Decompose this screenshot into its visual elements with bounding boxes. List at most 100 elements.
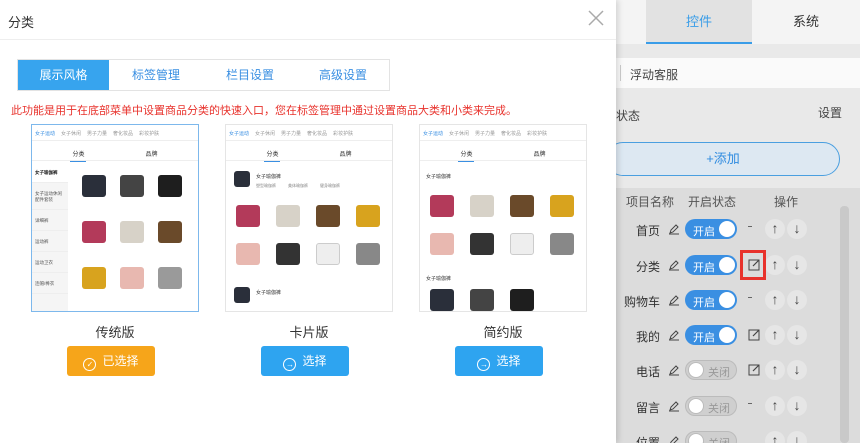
product-thumb <box>430 233 454 255</box>
pencil-icon[interactable] <box>668 259 680 271</box>
preview-traditional[interactable]: 女子运动 女子休闲 男子力量 奢化妆品 彩妆护肤 分类 品牌 女子瑜伽裤 女子运动休闲配… <box>31 124 199 312</box>
select-simple-button[interactable]: → 选择 <box>455 346 543 376</box>
move-down-button[interactable]: ↓ <box>787 431 807 443</box>
product-thumb <box>158 221 182 243</box>
preview-chip: 塑型瑜伽裤 <box>256 183 276 188</box>
tab-system[interactable]: 系统 <box>776 0 836 44</box>
product-thumb <box>316 205 340 227</box>
float-service-label: 浮动客服 <box>630 68 679 82</box>
preview-chip: 健身瑜伽裤 <box>320 183 340 188</box>
toggle-knob <box>719 221 735 237</box>
preview-top-tab: 女子休闲 <box>61 131 82 137</box>
preview-chip: 美体瑜伽裤 <box>288 183 308 188</box>
tab-controls[interactable]: 控件 <box>646 0 752 44</box>
toggle-label: 开启 <box>693 332 715 344</box>
move-down-button[interactable]: ↓ <box>787 290 807 310</box>
add-button[interactable]: +添加 <box>616 142 840 176</box>
selected-button[interactable]: ✓ 已选择 <box>67 346 155 376</box>
row-name: 位置 <box>635 436 660 443</box>
select-card-button[interactable]: → 选择 <box>261 346 349 376</box>
status-row: 状态 设置 <box>616 100 860 126</box>
category-style-dialog: 分类 展示风格 标签管理 栏目设置 高级设置 此功能是用于在底部菜单中设置商品分… <box>0 0 616 443</box>
row-name: 首页 <box>635 224 660 238</box>
pencil-icon[interactable] <box>668 329 680 341</box>
move-down-button[interactable]: ↓ <box>787 325 807 345</box>
arrow-circle-icon: → <box>477 358 491 371</box>
move-down-button[interactable]: ↓ <box>787 219 807 239</box>
preview-top-tab: 奢化妆品 <box>501 131 522 137</box>
pencil-icon[interactable] <box>668 294 680 306</box>
move-up-button[interactable]: ↑ <box>765 325 785 345</box>
tab-column-settings[interactable]: 栏目设置 <box>203 60 297 90</box>
status-toggle[interactable]: 关闭 <box>685 360 737 380</box>
preview-sub-tab: 品牌 <box>339 152 352 158</box>
preview-card[interactable]: 女子运动 女子休闲 男子力量 奢化妆品 彩妆护肤 分类 品牌 女子瑜伽裤 塑型瑜伽裤 美… <box>225 124 393 312</box>
group-thumb <box>234 171 250 187</box>
style-label-simple: 简约版 <box>483 325 523 340</box>
highlight-box <box>740 250 766 280</box>
toggle-label: 关闭 <box>708 403 730 415</box>
preview-side-item: 详细裤 <box>32 210 68 231</box>
preview-sub-tabs: 分类 品牌 <box>420 143 586 162</box>
preview-simple[interactable]: 女子运动 女子休闲 男子力量 奢化妆品 彩妆护肤 分类 品牌 女子瑜伽裤 女子瑜伽裤 <box>419 124 587 312</box>
status-toggle[interactable]: 开启 <box>685 325 737 345</box>
move-down-button[interactable]: ↓ <box>787 396 807 416</box>
status-toggle[interactable]: 关闭 <box>685 396 737 416</box>
float-service-item[interactable]: 浮动客服 <box>616 58 860 88</box>
pencil-icon[interactable] <box>668 364 680 376</box>
dialog-title: 分类 <box>8 15 35 30</box>
status-toggle[interactable]: 关闭 <box>685 431 737 443</box>
move-up-button[interactable]: ↑ <box>765 431 785 443</box>
header-status: 开启状态 <box>688 195 737 209</box>
move-up-button[interactable]: ↑ <box>765 290 785 310</box>
product-thumb <box>82 221 106 243</box>
product-thumb <box>236 243 260 265</box>
preview-side-item: 连帽/棒衣 <box>32 273 68 294</box>
preview-top-tab: 彩妆护肤 <box>527 131 548 137</box>
move-up-button[interactable]: ↑ <box>765 360 785 380</box>
product-thumb <box>316 243 340 265</box>
move-up-button[interactable]: ↑ <box>765 219 785 239</box>
status-toggle[interactable]: 开启 <box>685 290 737 310</box>
edit-icon[interactable] <box>748 363 761 376</box>
table-row: 位置 关闭 ↑ ↓ <box>616 426 846 443</box>
product-thumb <box>510 233 534 255</box>
header-name: 项目名称 <box>626 195 675 209</box>
preview-top-tabs: 女子运动 女子休闲 男子力量 奢化妆品 彩妆护肤 <box>32 125 198 141</box>
toggle-label: 关闭 <box>708 367 730 379</box>
settings-label[interactable]: 设置 <box>818 104 842 121</box>
edit-icon[interactable] <box>748 328 761 341</box>
no-edit-dash <box>748 226 752 227</box>
row-name: 留言 <box>635 401 660 415</box>
product-thumb <box>158 267 182 289</box>
product-thumb <box>510 195 534 217</box>
scrollbar[interactable] <box>840 206 849 443</box>
dialog-header: 分类 <box>0 0 616 40</box>
product-thumb <box>356 243 380 265</box>
move-up-button[interactable]: ↑ <box>765 255 785 275</box>
toggle-knob <box>688 398 704 414</box>
status-label: 状态 <box>616 109 641 123</box>
preview-top-tab: 奢化妆品 <box>307 131 328 137</box>
preview-sub-tab: 分类 <box>70 149 87 162</box>
move-down-button[interactable]: ↓ <box>787 255 807 275</box>
toggle-label: 开启 <box>693 226 715 238</box>
status-toggle[interactable]: 开启 <box>685 255 737 275</box>
move-down-button[interactable]: ↓ <box>787 360 807 380</box>
pencil-icon[interactable] <box>668 400 680 412</box>
preview-top-tab: 彩妆护肤 <box>139 131 160 137</box>
preview-group-title: 女子瑜伽裤 <box>256 290 282 296</box>
pencil-icon[interactable] <box>668 435 680 443</box>
status-toggle[interactable]: 开启 <box>685 219 737 239</box>
close-icon[interactable] <box>586 8 606 28</box>
tab-advanced-settings[interactable]: 高级设置 <box>297 60 389 90</box>
background-settings-panel: 控件 系统 浮动客服 状态 设置 +添加 项目名称 开启状态 操作 首页 开启 … <box>616 0 860 443</box>
tab-tag-management[interactable]: 标签管理 <box>109 60 203 90</box>
pencil-icon[interactable] <box>668 223 680 235</box>
product-thumb <box>236 205 260 227</box>
tab-display-style[interactable]: 展示风格 <box>18 60 109 90</box>
group-thumb <box>234 287 250 303</box>
move-up-button[interactable]: ↑ <box>765 396 785 416</box>
toggle-knob <box>688 362 704 378</box>
preview-side-menu: 女子瑜伽裤 女子运动休闲配件套装 详细裤 运动裤 运动卫衣 连帽/棒衣 <box>32 162 68 311</box>
